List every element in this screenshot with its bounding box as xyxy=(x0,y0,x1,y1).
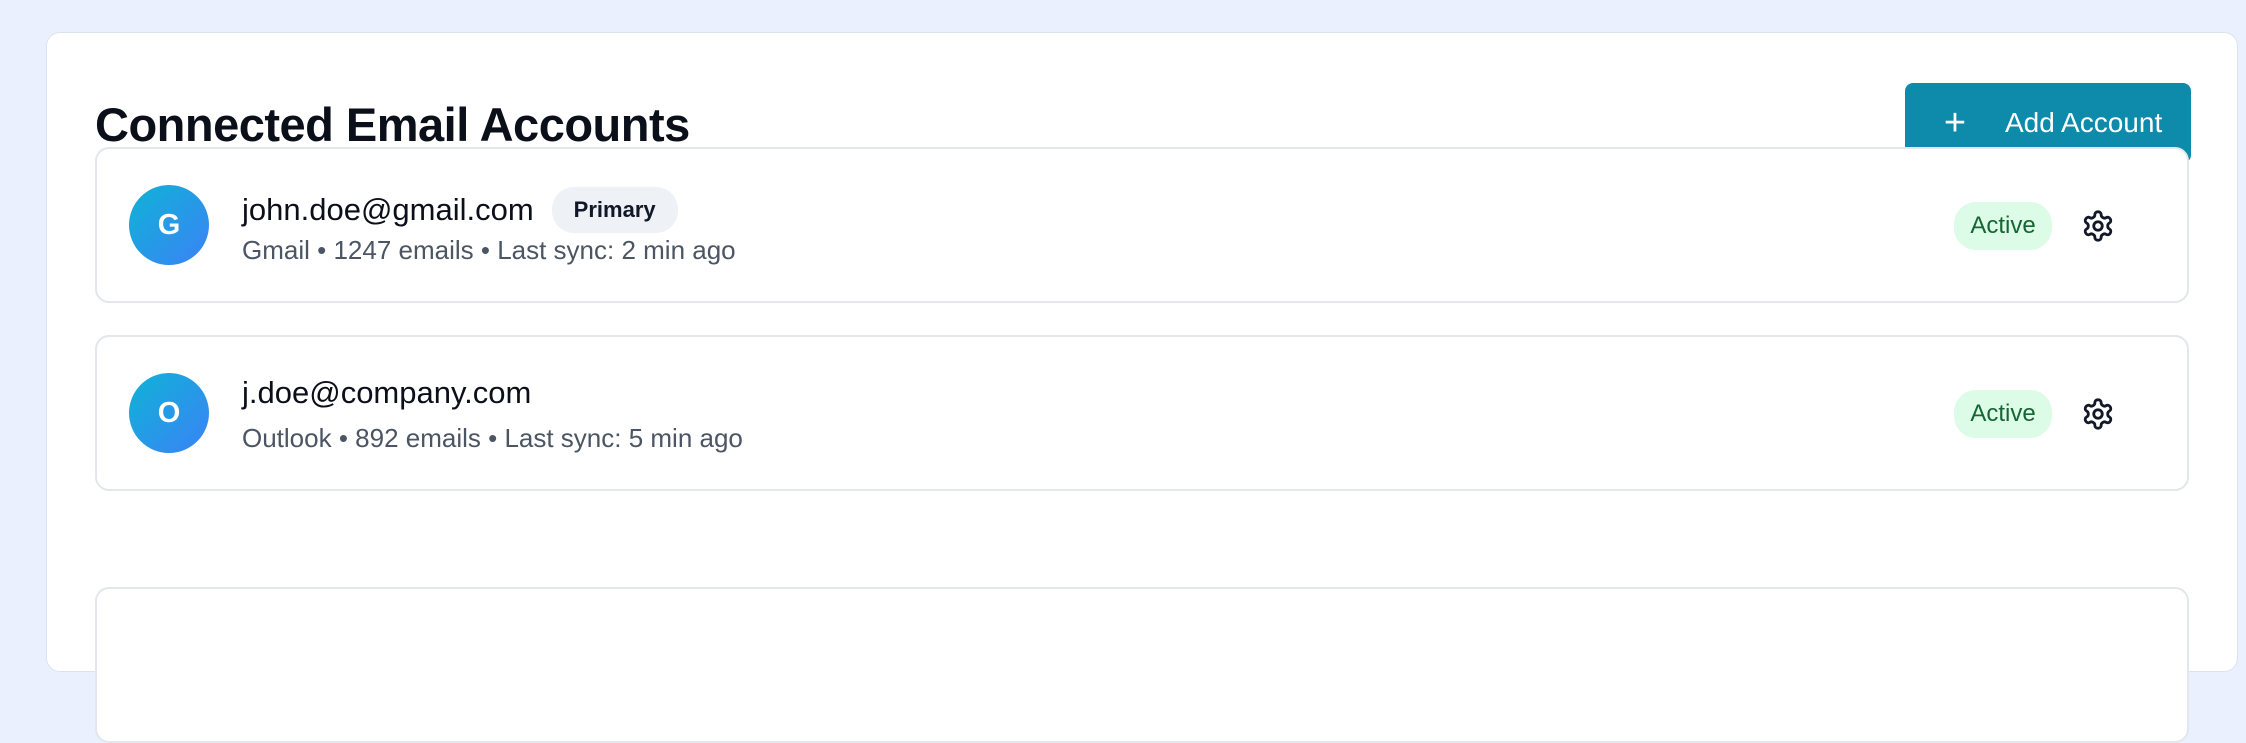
status-badge: Active xyxy=(1954,390,2052,438)
account-meta: Outlook • 892 emails • Last sync: 5 min … xyxy=(242,423,743,453)
gear-icon[interactable] xyxy=(2081,397,2115,431)
account-email-text: j.doe@company.com xyxy=(242,375,532,410)
account-row[interactable]: O j.doe@company.com Outlook • 892 emails… xyxy=(95,335,2189,491)
account-row[interactable] xyxy=(95,587,2189,743)
page-title: Connected Email Accounts xyxy=(95,98,690,151)
account-row[interactable]: G john.doe@gmail.com Primary Gmail • 124… xyxy=(95,147,2189,303)
account-email-text: john.doe@gmail.com xyxy=(242,192,534,227)
avatar: G xyxy=(129,185,209,265)
accounts-panel: Connected Email Accounts + Add Account G… xyxy=(46,32,2238,743)
account-email: john.doe@gmail.com Primary xyxy=(242,187,678,233)
status-badge: Active xyxy=(1954,202,2052,250)
plus-icon: + xyxy=(1943,102,1967,144)
account-meta: Gmail • 1247 emails • Last sync: 2 min a… xyxy=(242,235,736,265)
account-email: j.doe@company.com xyxy=(242,375,531,411)
gear-icon[interactable] xyxy=(2081,209,2115,243)
add-account-label: Add Account xyxy=(2005,107,2163,138)
primary-badge: Primary xyxy=(551,187,678,233)
avatar: O xyxy=(129,373,209,453)
